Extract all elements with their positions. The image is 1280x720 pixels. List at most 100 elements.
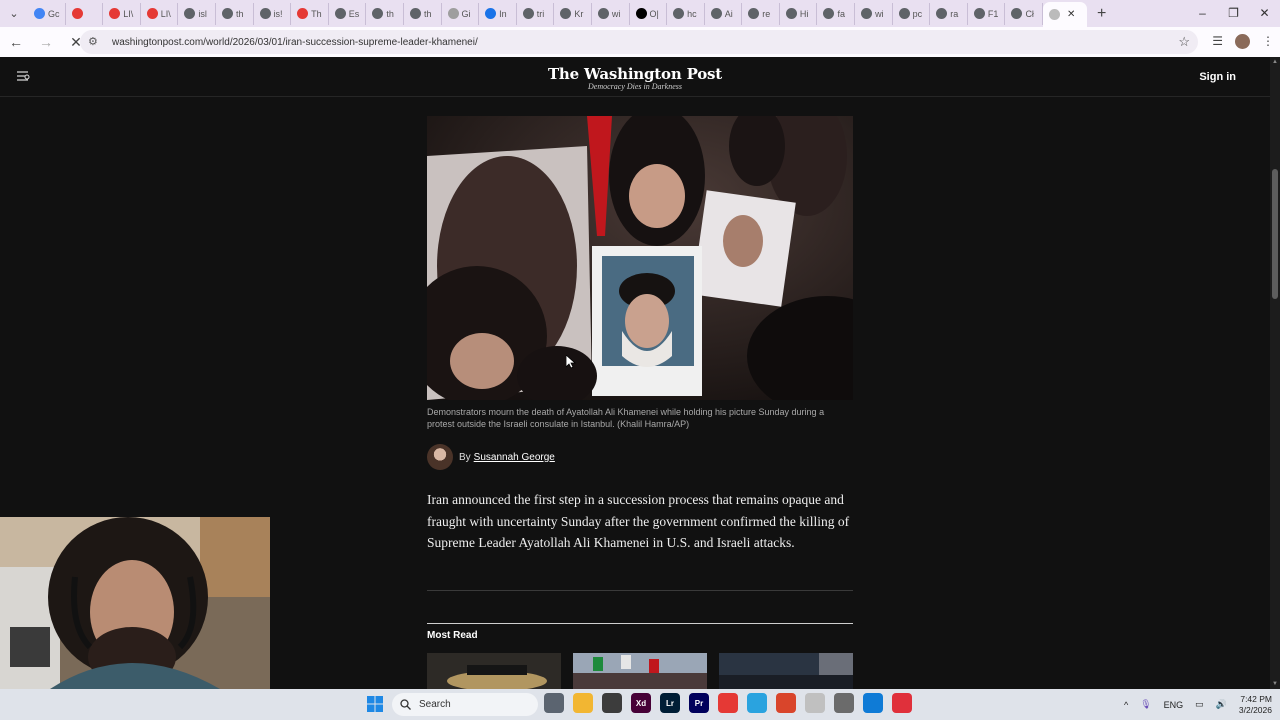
taskbar-search-box[interactable]: Search [392, 693, 538, 716]
maximize-button[interactable]: ❐ [1218, 0, 1249, 27]
tab-loading-icon [1049, 9, 1061, 20]
browser-tab[interactable]: Ai [705, 2, 743, 25]
most-read-thumbnail-1[interactable] [427, 653, 561, 689]
browser-tab[interactable]: Cł [1005, 2, 1044, 25]
url-text[interactable]: washingtonpost.com/world/2026/03/01/iran… [112, 37, 478, 48]
tab-favicon-icon [71, 8, 83, 19]
input-language[interactable]: ENG [1164, 700, 1184, 710]
taskbar-pinned-apps: Xd Lr Pr [544, 693, 912, 713]
browser-tab[interactable]: wi [855, 2, 893, 25]
back-arrow-icon[interactable]: ← [4, 34, 28, 51]
window-controls: – ❐ ✕ [1187, 0, 1280, 27]
profile-avatar[interactable] [1235, 34, 1250, 49]
bookmark-star-icon[interactable]: ☆ [1178, 34, 1190, 50]
clock-time: 7:42 PM [1240, 693, 1272, 704]
browser-tab[interactable]: isl [178, 2, 216, 25]
app-red-icon[interactable] [776, 693, 796, 713]
browser-tab[interactable]: Th [291, 2, 329, 25]
browser-tab-active[interactable]: ✕ [1043, 2, 1088, 27]
adobe-xd-icon[interactable]: Xd [631, 693, 651, 713]
edge-icon[interactable] [863, 693, 883, 713]
browser-tab[interactable]: Es [329, 2, 367, 25]
tab-favicon-icon [334, 8, 346, 19]
app-settings-icon[interactable] [834, 693, 854, 713]
minimize-button[interactable]: – [1187, 0, 1218, 27]
tab-label: wi [875, 8, 884, 19]
browser-tab[interactable]: th [404, 2, 442, 25]
volume-icon[interactable]: 🔊 [1216, 699, 1227, 710]
author-link[interactable]: Susannah George [474, 452, 555, 463]
author-avatar[interactable] [427, 444, 453, 470]
browser-tab[interactable]: Kr [554, 2, 592, 25]
most-read-thumbnail-2[interactable] [573, 653, 707, 689]
tab-label: O| [649, 8, 659, 19]
browser-tab[interactable]: fa [817, 2, 856, 25]
terminal-icon[interactable] [602, 693, 622, 713]
task-view-icon[interactable] [544, 693, 564, 713]
tab-favicon-icon [710, 8, 722, 19]
show-hidden-icons-chevron-icon[interactable]: ^ [1124, 700, 1128, 710]
system-clock[interactable]: 7:42 PM 3/2/2026 [1239, 694, 1272, 716]
webcam-overlay [0, 517, 270, 689]
tab-favicon-icon [748, 8, 760, 19]
new-tab-button[interactable]: + [1097, 5, 1106, 23]
article-lede: Iran announced the first step in a succe… [427, 492, 850, 550]
browser-tab[interactable]: O| [630, 2, 668, 25]
scroll-up-icon[interactable]: ▲ [1270, 59, 1280, 65]
browser-tab[interactable]: F1 [968, 2, 1006, 25]
browser-tab[interactable]: pc [893, 2, 931, 25]
tab-label: wi [611, 8, 621, 19]
browser-tab[interactable]: LI\ [103, 2, 141, 25]
address-bar[interactable]: ⚙ washingtonpost.com/world/2026/03/01/ir… [80, 30, 1198, 54]
lightroom-icon[interactable]: Lr [660, 693, 680, 713]
browser-tab[interactable] [66, 2, 104, 25]
browser-tab[interactable]: ra [930, 2, 968, 25]
chrome-menu-icon[interactable]: ⋮ [1262, 34, 1274, 49]
browser-tab[interactable]: hc [667, 2, 705, 25]
browser-tab[interactable]: In [479, 2, 517, 25]
browser-tab[interactable]: tri [517, 2, 555, 25]
tab-label: isl [198, 8, 207, 19]
app-doc-icon[interactable] [805, 693, 825, 713]
telegram-icon[interactable] [747, 693, 767, 713]
scrollbar-thumb[interactable] [1272, 169, 1278, 299]
site-info-icon[interactable]: ⚙ [88, 35, 102, 49]
app-red2-icon[interactable] [892, 693, 912, 713]
washington-post-logo[interactable]: The Washington Post [0, 65, 1270, 83]
microphone-icon[interactable]: 🎙 [1140, 699, 1151, 710]
tab-favicon-icon [447, 8, 459, 19]
close-tab-icon[interactable]: ✕ [1067, 9, 1075, 20]
browser-tab[interactable]: LI\ [141, 2, 179, 25]
forward-arrow-icon[interactable]: → [34, 34, 58, 51]
scroll-down-icon[interactable]: ▼ [1270, 681, 1280, 687]
tab-search-list-icon[interactable]: ☰ [1212, 34, 1223, 49]
tab-label: LI\ [123, 8, 134, 19]
tab-label: Cł [1025, 8, 1034, 19]
close-window-button[interactable]: ✕ [1249, 0, 1280, 27]
page-scrollbar[interactable]: ▲ ▼ [1270, 57, 1280, 689]
search-icon [400, 699, 411, 710]
tab-favicon-icon [785, 8, 797, 19]
browser-tab[interactable]: Gi [442, 2, 480, 25]
section-divider [427, 590, 853, 591]
browser-tab[interactable]: wi [592, 2, 630, 25]
tab-search-icon[interactable]: ⌄ [4, 4, 24, 24]
windows-start-icon[interactable] [367, 696, 383, 712]
browser-tab[interactable]: th [216, 2, 254, 25]
premiere-icon[interactable]: Pr [689, 693, 709, 713]
file-explorer-icon[interactable] [573, 693, 593, 713]
tab-label: LI\ [160, 8, 171, 19]
browser-tab[interactable]: re [742, 2, 780, 25]
sign-in-button[interactable]: Sign in [1199, 71, 1236, 83]
browser-tab[interactable]: th [366, 2, 404, 25]
browser-tab[interactable]: is! [254, 2, 292, 25]
browser-tab-bar: ⌄ Gc LI\ LI\ isl th is! Th Es th th Gi In tri Kr wi O| h… [0, 0, 1280, 27]
tab-favicon-icon [898, 8, 910, 19]
chrome-icon[interactable] [718, 693, 738, 713]
tab-label: th [386, 8, 394, 19]
browser-tab[interactable]: Gc [28, 2, 66, 25]
most-read-thumbnail-3[interactable] [719, 653, 853, 689]
tab-label: Gi [461, 8, 471, 19]
network-icon[interactable]: ▭ [1195, 699, 1204, 710]
browser-tab[interactable]: Hi [780, 2, 818, 25]
